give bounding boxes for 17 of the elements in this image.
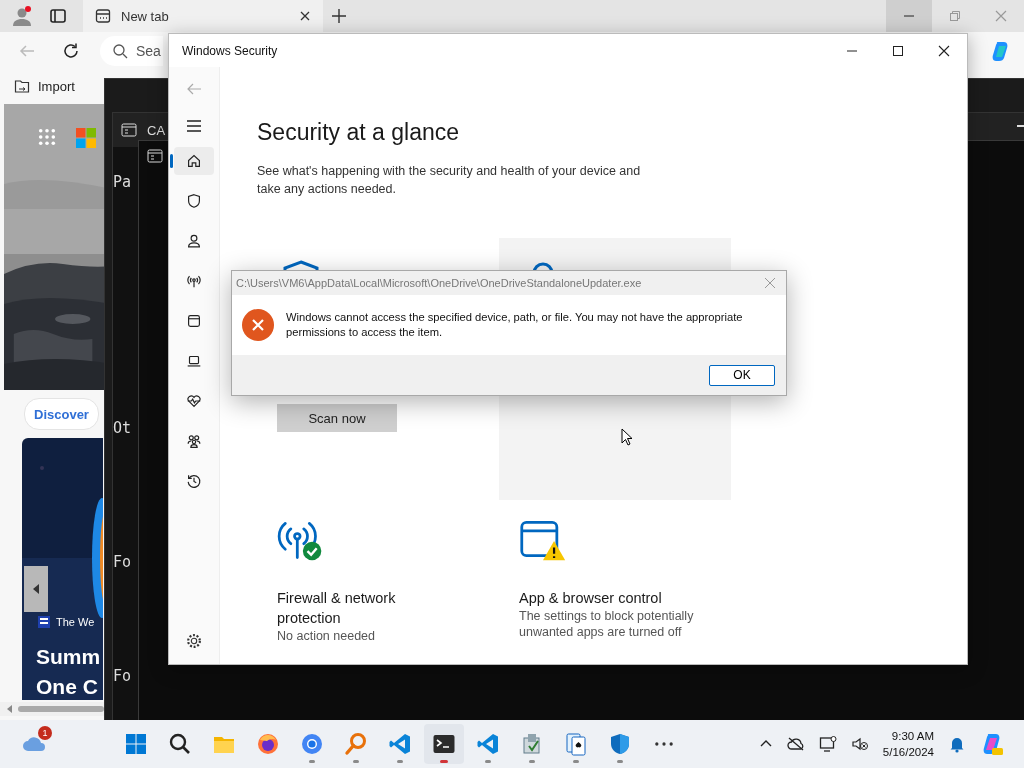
tab-title: New tab (121, 8, 170, 24)
notification-badge: 1 (38, 726, 52, 740)
dialog-title: C:\Users\VM6\AppData\Local\Microsoft\OneDrive\OneDriveStandaloneUpdater.exe (236, 277, 642, 289)
window-title: Windows Security (182, 43, 278, 58)
page-description: See what's happening with the security and health of your device and take any actions needed. (257, 163, 642, 198)
card-detail: No action needed (277, 628, 376, 644)
window-title: CA (147, 122, 166, 138)
terminal-text: Pa (113, 173, 132, 191)
publisher-name: The We (56, 616, 95, 628)
terminal-text: Fo (113, 667, 132, 685)
terminal-text: Fo (113, 553, 132, 571)
headline-text: Summ (36, 644, 101, 670)
headline-text: One C (36, 674, 99, 700)
error-message: Windows cannot access the specified device, path, or file. You may not have the appropriate permissions to access the item. (286, 310, 744, 340)
page-heading: Security at a glance (257, 119, 460, 146)
card-detail: The settings to block potentially unwanted apps are turned off (519, 608, 695, 640)
terminal-text: Ot (113, 419, 132, 437)
